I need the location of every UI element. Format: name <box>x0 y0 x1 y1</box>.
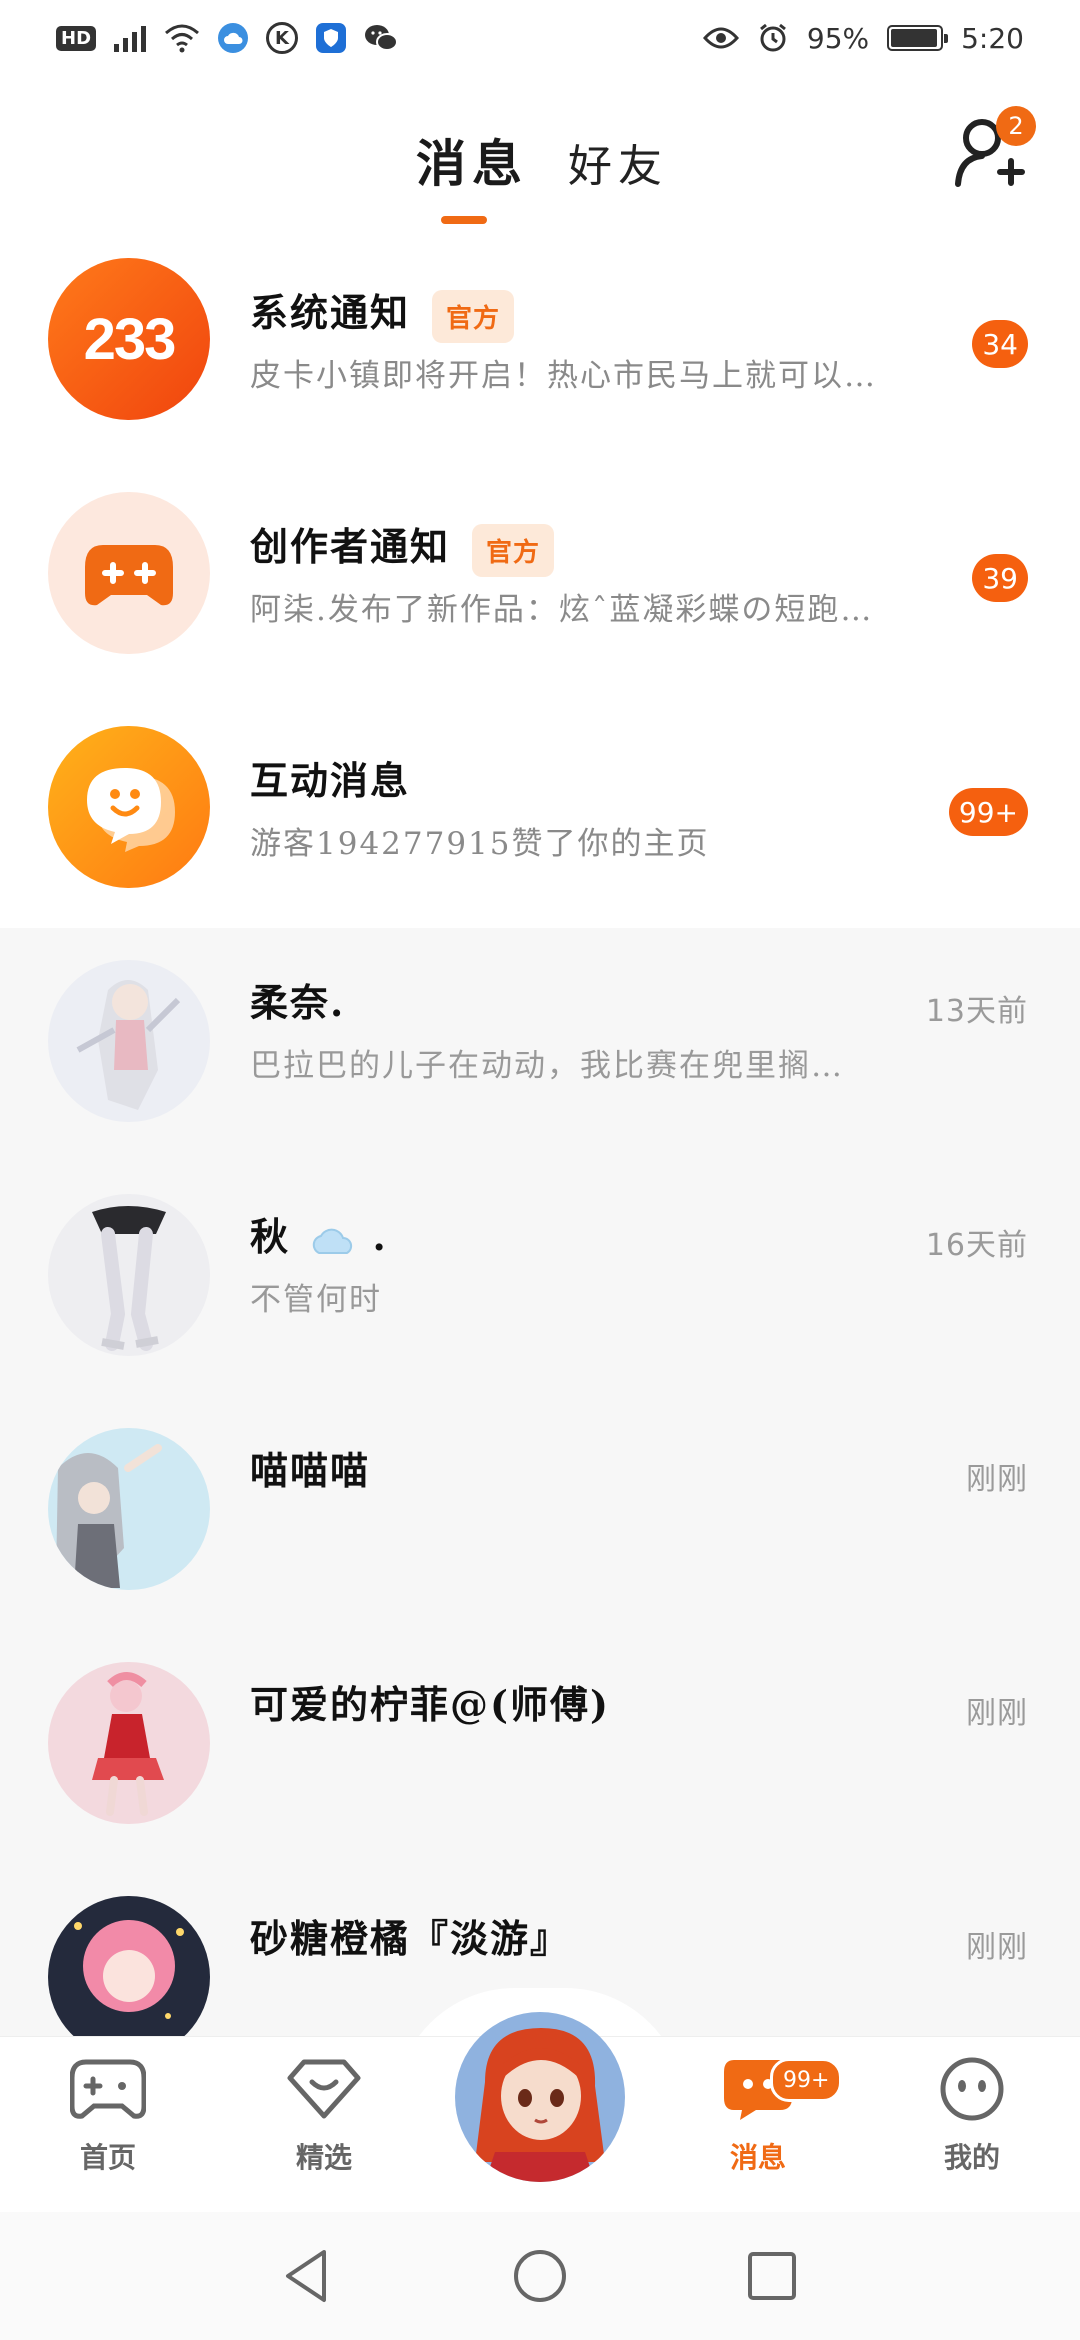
battery-icon <box>887 25 949 51</box>
avatar-creator <box>48 492 210 654</box>
tab-friends[interactable]: 好友 <box>568 130 668 194</box>
unread-count-badge: 99+ <box>948 788 1028 836</box>
official-tag: 官方 <box>432 290 515 343</box>
chat-name-suffix: . <box>372 1214 388 1259</box>
chat-time: 刚刚 <box>966 1930 1028 1965</box>
chat-time: 16天前 <box>925 1228 1028 1263</box>
chat-name: 柔奈. <box>250 980 346 1025</box>
chat-row[interactable]: 秋 . 不管何时 16天前 <box>0 1162 1080 1396</box>
home-circle-icon[interactable] <box>510 2246 570 2306</box>
avatar <box>48 960 210 1122</box>
official-tag: 官方 <box>472 524 555 577</box>
k-app-icon: K <box>266 22 299 54</box>
chat-row[interactable]: 柔奈. 巴拉巴的儿子在动动，我比赛在兜里搁… 13天前 <box>0 928 1080 1162</box>
row-subtitle: 皮卡小镇即将开启！热心市民马上就可以… <box>250 358 877 394</box>
add-friend-badge: 2 <box>996 106 1036 146</box>
wechat-icon <box>365 25 399 51</box>
list-item-interaction[interactable]: 互动消息 游客194277915赞了你的主页 99+ <box>0 694 1080 928</box>
avatar-figure-image <box>92 1206 166 1351</box>
chat-row[interactable]: 喵喵喵 刚刚 <box>0 1396 1080 1630</box>
avatar <box>48 1896 210 2040</box>
list-item-system-notice[interactable]: 233 系统通知 官方 皮卡小镇即将开启！热心市民马上就可以… 34 <box>0 226 1080 460</box>
clock: 5:20 <box>961 21 1024 55</box>
wifi-icon <box>165 24 200 53</box>
nav-label: 精选 <box>295 2141 352 2174</box>
alarm-icon <box>759 23 786 52</box>
gamepad-icon <box>69 2059 147 2119</box>
row-title: 系统通知 官方 <box>250 282 515 343</box>
chat-name: 砂糖橙橘『淡游』 <box>250 1916 571 1961</box>
active-tab-indicator <box>441 216 487 224</box>
tab-messages[interactable]: 消息 <box>416 124 528 196</box>
back-icon[interactable] <box>278 2246 338 2306</box>
shield-icon <box>316 23 347 53</box>
nav-home[interactable]: 首页 <box>38 2056 178 2176</box>
avatar <box>48 1428 210 1590</box>
avatar-233: 233 <box>48 258 210 420</box>
cloud-emoji-icon <box>313 1228 353 1254</box>
status-bar-left: HD K <box>56 22 399 54</box>
eye-icon <box>702 27 739 49</box>
avatar <box>48 1662 210 1824</box>
avatar-interaction <box>48 726 210 888</box>
nav-mine[interactable]: 我的 <box>902 2056 1042 2176</box>
avatar-figure-image <box>92 1672 164 1816</box>
title-text: 创作者通知 <box>250 524 451 569</box>
official-notification-list: 233 系统通知 官方 皮卡小镇即将开启！热心市民马上就可以… 34 创作者通知官… <box>0 226 1080 928</box>
recents-icon[interactable] <box>742 2246 802 2306</box>
list-item-creator-notice[interactable]: 创作者通知 官方 阿柒.发布了新作品：炫ˆ蓝凝彩蝶の短跑… 39 <box>0 460 1080 694</box>
chat-list: 柔奈. 巴拉巴的儿子在动动，我比赛在兜里搁… 13天前 秋 . 不管何时 16天… <box>0 928 1080 2040</box>
chat-name: 秋 . <box>250 1206 388 1261</box>
nav-featured[interactable]: 精选 <box>254 2056 394 2176</box>
avatar-figure-image <box>56 1444 162 1588</box>
avatar-figure-image <box>74 1920 184 2019</box>
system-navigation-bar <box>0 2212 1080 2340</box>
avatar-figure-image <box>76 980 181 1110</box>
nav-messages-badge: 99+ <box>770 2058 843 2102</box>
nav-label: 首页 <box>79 2141 136 2174</box>
cloud-app-icon <box>218 23 249 53</box>
hd-icon: HD <box>56 25 97 51</box>
heart-diamond-icon <box>287 2059 361 2119</box>
title-text: 系统通知 <box>250 290 411 335</box>
chat-last-message: 不管何时 <box>250 1282 382 1318</box>
chat-time: 13天前 <box>925 994 1028 1029</box>
nav-label: 消息 <box>729 2141 786 2174</box>
center-avatar-button[interactable] <box>455 2012 625 2182</box>
avatar <box>48 1194 210 1356</box>
chat-bubble-face-icon <box>87 768 175 852</box>
chat-last-message: 巴拉巴的儿子在动动，我比赛在兜里搁… <box>250 1048 844 1084</box>
row-title: 创作者通知 官方 <box>250 516 555 577</box>
row-title: 互动消息 <box>250 758 411 803</box>
logo-233-text: 233 <box>83 306 177 372</box>
nav-label: 我的 <box>943 2141 1000 2174</box>
chat-name: 可爱的柠菲@(师傅) <box>250 1682 610 1727</box>
battery-level-fill <box>891 29 937 47</box>
status-bar-right: 95% 5:20 <box>702 21 1024 55</box>
chat-row[interactable]: 可爱的柠菲@(师傅) 刚刚 <box>0 1630 1080 1864</box>
gamepad-plus-icon <box>85 545 173 606</box>
chat-name: 喵喵喵 <box>250 1448 371 1493</box>
status-bar: HD K 95% 5:20 <box>0 0 1080 76</box>
row-subtitle: 游客194277915赞了你的主页 <box>250 826 710 862</box>
chat-time: 刚刚 <box>966 1696 1028 1731</box>
signal-icon <box>114 24 147 52</box>
header: 消息 好友 2 <box>0 76 1080 227</box>
chat-time: 刚刚 <box>966 1462 1028 1497</box>
player-avatar-image <box>455 2012 625 2182</box>
chat-name-text: 秋 <box>250 1214 291 1259</box>
battery-percent: 95% <box>806 21 870 55</box>
unread-count-badge: 39 <box>972 554 1028 602</box>
row-subtitle: 阿柒.发布了新作品：炫ˆ蓝凝彩蝶の短跑… <box>250 592 874 628</box>
face-icon <box>940 2057 1004 2121</box>
unread-count-badge: 34 <box>972 320 1028 368</box>
